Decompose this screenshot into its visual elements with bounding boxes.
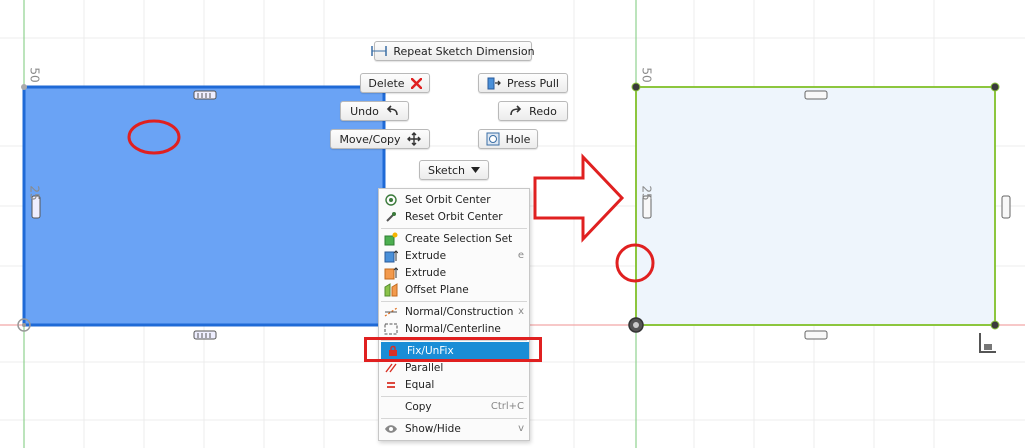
menu-item-label: Reset Orbit Center <box>405 210 503 223</box>
origin-dot-left <box>22 323 26 327</box>
menu-item-copy[interactable]: Copy Ctrl+C <box>379 398 529 415</box>
repeat-sketch-dimension-button[interactable]: Repeat Sketch Dimension <box>371 41 535 61</box>
construction-icon <box>383 304 399 320</box>
corner-point-tl[interactable] <box>631 82 641 92</box>
undo-arrow-icon <box>386 105 398 116</box>
undo-button[interactable]: Undo <box>340 101 409 121</box>
redo-arrow-icon <box>510 105 522 116</box>
sketch-dropdown-button[interactable]: Sketch <box>419 160 489 180</box>
centerline-icon <box>383 321 399 337</box>
eye-icon <box>383 421 399 437</box>
menu-item-label: Create Selection Set <box>405 232 513 245</box>
offset-plane-icon <box>383 282 399 298</box>
horizontal-constraint-bottom-icon <box>193 330 217 340</box>
menu-item-show-hide[interactable]: Show/Hide v <box>379 420 529 437</box>
menu-item-label: Copy <box>405 400 432 413</box>
selected-profile[interactable] <box>22 85 386 327</box>
menu-item-label: Normal/Centerline <box>405 322 501 335</box>
repeat-sketch-dimension-label: Repeat Sketch Dimension <box>393 44 535 58</box>
menu-item-extrude-2[interactable]: Extrude <box>379 264 529 281</box>
menu-separator <box>381 418 527 419</box>
menu-separator <box>381 228 527 229</box>
reset-orbit-icon <box>383 209 399 225</box>
hole-button[interactable]: Hole <box>478 129 538 149</box>
menu-item-equal[interactable]: Equal <box>379 376 529 393</box>
menu-item-normal-centerline[interactable]: Normal/Centerline <box>379 320 529 337</box>
extrude-orange-icon <box>383 265 399 281</box>
menu-item-shortcut: v <box>518 423 524 434</box>
horizontal-constraint-icon <box>193 90 217 100</box>
menu-item-set-orbit-center[interactable]: Set Orbit Center <box>379 191 529 208</box>
press-pull-label: Press Pull <box>507 76 559 90</box>
move-copy-label: Move/Copy <box>339 132 401 146</box>
menu-item-shortcut: x <box>518 306 524 317</box>
dimension-side-right: 25 <box>639 185 654 201</box>
menu-item-reset-orbit-center[interactable]: Reset Orbit Center <box>379 208 529 225</box>
menu-item-shortcut: e <box>517 250 524 261</box>
sketch-label: Sketch <box>427 163 466 177</box>
delete-x-icon <box>410 77 422 89</box>
annotation-arrow <box>533 153 625 243</box>
extrude-blue-icon <box>383 248 399 264</box>
dimension-top-right: 50 <box>639 67 654 83</box>
fixed-profile[interactable] <box>635 86 996 326</box>
menu-item-normal-construction[interactable]: Normal/Construction x <box>379 303 529 320</box>
dimension-side-left: 25 <box>27 185 42 201</box>
corner-point-left[interactable] <box>21 84 27 90</box>
menu-item-extrude[interactable]: Extrude e <box>379 247 529 264</box>
menu-item-label: Normal/Construction <box>405 305 514 318</box>
redo-button[interactable]: Redo <box>498 101 568 121</box>
menu-item-label: Extrude <box>405 249 447 262</box>
menu-item-label: Show/Hide <box>405 422 461 435</box>
copy-blank-icon <box>383 399 399 415</box>
menu-item-label: Extrude <box>405 266 447 279</box>
menu-separator <box>381 301 527 302</box>
annotation-highlight-box <box>364 337 542 362</box>
undo-label: Undo <box>350 104 379 118</box>
menu-item-label: Offset Plane <box>405 283 469 296</box>
press-pull-button[interactable]: Press Pull <box>478 73 568 93</box>
corner-point-br[interactable] <box>990 320 1000 330</box>
menu-item-label: Parallel <box>405 361 444 374</box>
menu-separator <box>381 396 527 397</box>
corner-point-tr[interactable] <box>990 82 1000 92</box>
caret-down-icon <box>471 167 481 173</box>
delete-label: Delete <box>368 76 405 90</box>
dimension-icon <box>371 46 388 56</box>
move-copy-button[interactable]: Move/Copy <box>330 129 430 149</box>
move-arrows-icon <box>406 132 421 146</box>
dimension-top-left: 50 <box>27 67 42 83</box>
fix-constraint-icon <box>979 333 996 353</box>
delete-button[interactable]: Delete <box>360 73 430 93</box>
origin-dot-right <box>633 322 639 328</box>
hole-icon <box>486 132 500 146</box>
orbit-center-icon <box>383 192 399 208</box>
hole-label: Hole <box>505 132 531 146</box>
redo-label: Redo <box>529 104 557 118</box>
menu-item-label: Set Orbit Center <box>405 193 491 206</box>
menu-item-shortcut: Ctrl+C <box>490 401 524 412</box>
press-pull-icon <box>487 77 501 90</box>
menu-item-create-selection-set[interactable]: Create Selection Set <box>379 230 529 247</box>
menu-item-offset-plane[interactable]: Offset Plane <box>379 281 529 298</box>
context-menu: Set Orbit Center Reset Orbit Center Crea… <box>378 188 530 441</box>
horizontal-constraint-right-bottom-icon <box>804 330 828 340</box>
horizontal-constraint-right-icon <box>804 90 828 100</box>
selection-set-icon <box>383 231 399 247</box>
equal-icon <box>383 377 399 393</box>
menu-item-label: Equal <box>405 378 435 391</box>
